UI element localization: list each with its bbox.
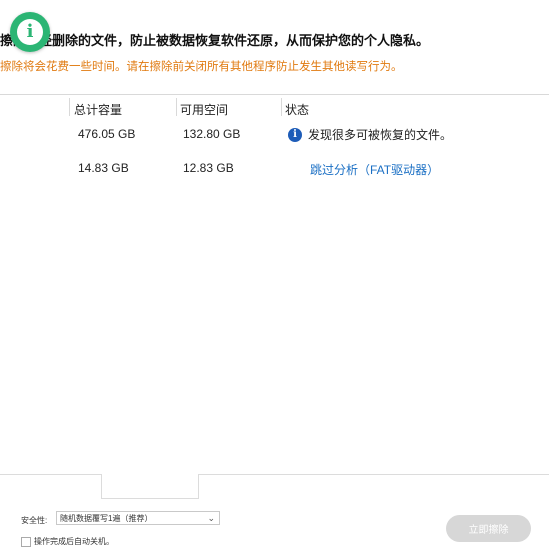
- free-space: 12.83 GB: [183, 161, 234, 175]
- shutdown-label: 操作完成后自动关机。: [34, 537, 114, 546]
- security-select[interactable]: 随机数据覆写1遍（推荐） ⌄: [56, 511, 220, 525]
- column-separator: [281, 98, 282, 116]
- header-divider: [0, 94, 549, 95]
- shutdown-option[interactable]: 操作完成后自动关机。: [21, 536, 114, 547]
- column-separator: [176, 98, 177, 116]
- shutdown-checkbox[interactable]: [21, 536, 31, 547]
- column-separator: [69, 98, 70, 116]
- info-floating-button[interactable]: i: [10, 12, 50, 52]
- footer-divider: [197, 474, 549, 475]
- chevron-down-icon: ⌄: [207, 513, 215, 523]
- info-icon: i: [288, 127, 302, 142]
- skip-analysis-link[interactable]: 跳过分析（FAT驱动器）: [310, 161, 439, 178]
- page-title: 擦除已经删除的文件，防止被数据恢复软件还原，从而保护您的个人隐私。: [0, 33, 430, 48]
- security-select-value: 随机数据覆写1遍（推荐）: [60, 513, 153, 523]
- column-header-status[interactable]: 状态: [285, 101, 309, 118]
- security-label: 安全性:: [21, 516, 48, 525]
- column-header-free[interactable]: 可用空间: [180, 101, 228, 118]
- free-space: 132.80 GB: [183, 127, 241, 141]
- table-row[interactable]: 14.83 GB 12.83 GB 跳过分析（FAT驱动器）: [0, 158, 549, 188]
- erase-now-button[interactable]: 立即擦除: [446, 515, 531, 542]
- status-text: 发现很多可被恢复的文件。: [308, 128, 453, 142]
- table-row[interactable]: 476.05 GB 132.80 GB i 发现很多可被恢复的文件。: [0, 124, 549, 154]
- status-cell: i 发现很多可被恢复的文件。: [288, 126, 452, 143]
- info-icon: i: [17, 19, 43, 45]
- warning-text: 擦除将会花费一些时间。请在擦除前关闭所有其他程序防止发生其他读写行为。: [0, 61, 403, 73]
- footer-divider: [0, 474, 101, 475]
- total-capacity: 14.83 GB: [78, 161, 129, 175]
- total-capacity: 476.05 GB: [78, 127, 136, 141]
- footer-tab: [101, 474, 199, 499]
- column-header-total[interactable]: 总计容量: [74, 101, 122, 118]
